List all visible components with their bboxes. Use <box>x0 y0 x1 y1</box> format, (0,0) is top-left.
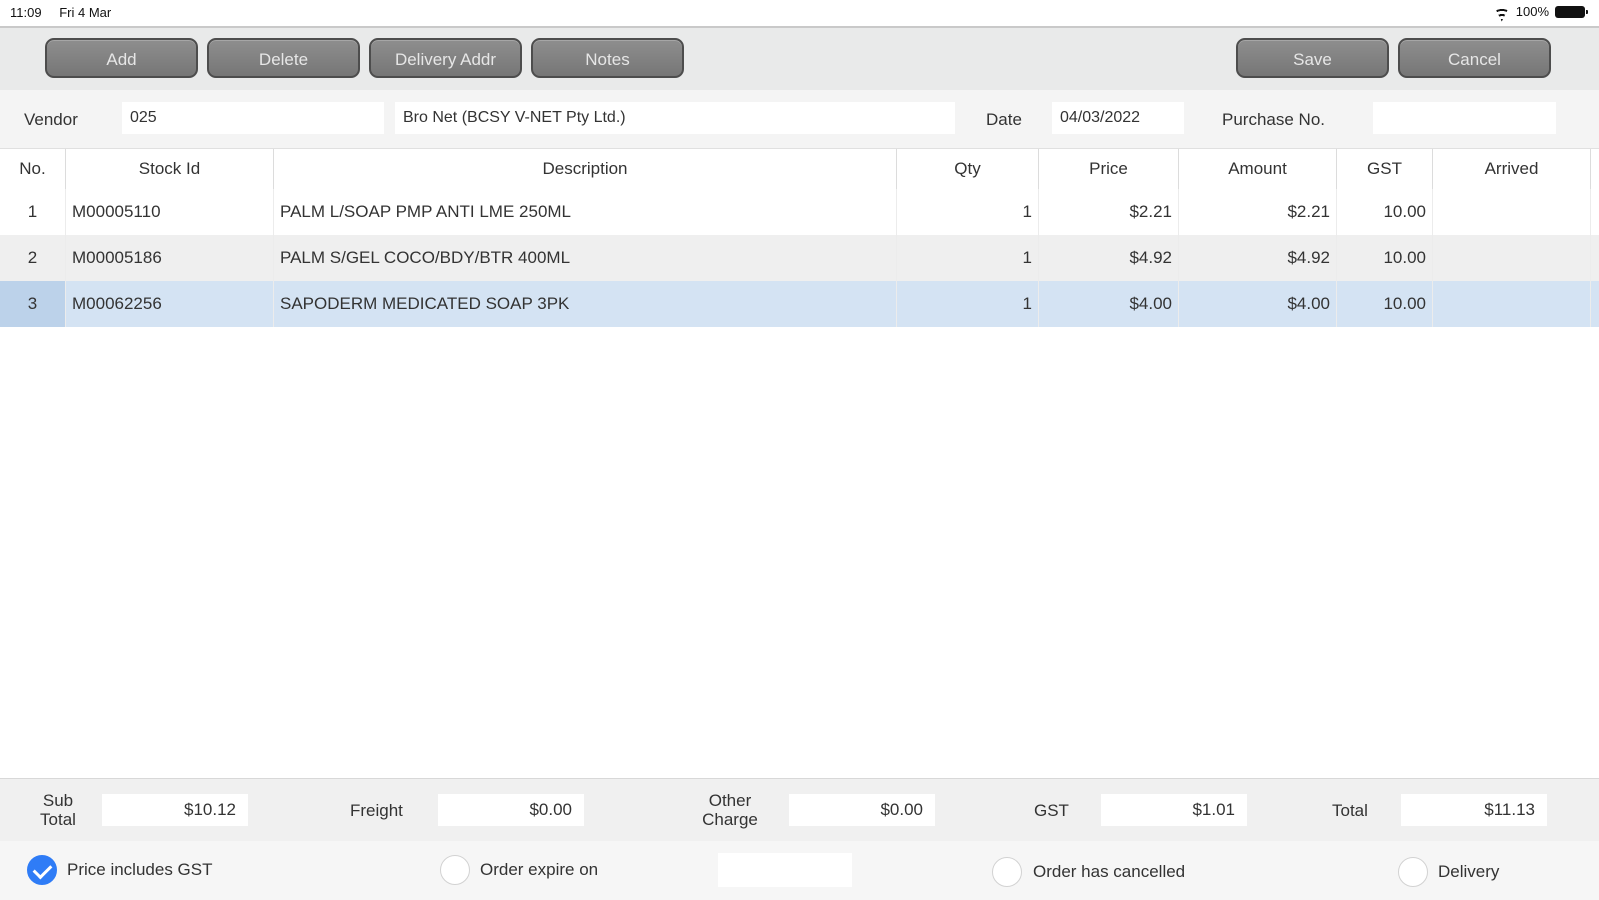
cell-price: $2.21 <box>1039 189 1179 235</box>
date-label: Date <box>986 110 1022 129</box>
cell-qty: 1 <box>897 189 1039 235</box>
column-header-price[interactable]: Price <box>1039 149 1179 189</box>
gst-label: GST <box>1034 801 1069 820</box>
cell-price: $4.00 <box>1039 281 1179 327</box>
cell-arrived <box>1433 189 1591 235</box>
subtotal-field: $10.12 <box>102 794 248 826</box>
status-time: 11:09 <box>10 5 42 20</box>
cell-arrived <box>1433 281 1591 327</box>
column-header-description[interactable]: Description <box>274 149 897 189</box>
cell-description: SAPODERM MEDICATED SOAP 3PK <box>274 281 897 327</box>
cell-amount: $4.92 <box>1179 235 1337 281</box>
column-header-stock-id[interactable]: Stock Id <box>66 149 274 189</box>
table-row-selected[interactable]: 3 M00062256 SAPODERM MEDICATED SOAP 3PK … <box>0 281 1599 327</box>
cell-no: 3 <box>0 281 66 327</box>
table-row[interactable]: 2 M00005186 PALM S/GEL COCO/BDY/BTR 400M… <box>0 235 1599 281</box>
column-header-qty[interactable]: Qty <box>897 149 1039 189</box>
cell-arrived <box>1433 235 1591 281</box>
subtotal-label: Sub Total <box>30 791 86 829</box>
cell-amount: $4.00 <box>1179 281 1337 327</box>
column-header-amount[interactable]: Amount <box>1179 149 1337 189</box>
column-header-no[interactable]: No. <box>0 149 66 189</box>
status-date: Fri 4 Mar <box>59 5 112 20</box>
cell-price: $4.92 <box>1039 235 1179 281</box>
other-charge-label-line2: Charge <box>702 810 758 829</box>
subtotal-label-line2: Total <box>40 810 76 829</box>
total-field: $11.13 <box>1401 794 1547 826</box>
vendor-name-field: Bro Net (BCSY V-NET Pty Ltd.) <box>395 102 955 134</box>
toolbar: Add Delete Delivery Addr Notes Save Canc… <box>0 26 1599 92</box>
status-bar: 11:09 Fri 4 Mar 100% <box>0 0 1599 24</box>
vendor-label: Vendor <box>24 110 78 129</box>
add-button[interactable]: Add <box>45 38 198 78</box>
cell-stock-id: M00005186 <box>66 235 274 281</box>
cell-gst: 10.00 <box>1337 235 1433 281</box>
order-header: Vendor 025 Bro Net (BCSY V-NET Pty Ltd.)… <box>0 90 1599 149</box>
delivery-label: Delivery <box>1438 862 1500 881</box>
totals-bar: Sub Total $10.12 Freight $0.00 Other Cha… <box>0 778 1599 842</box>
battery-percent: 100% <box>1515 4 1549 19</box>
delivery-addr-button[interactable]: Delivery Addr <box>369 38 522 78</box>
other-charge-label: Other Charge <box>692 791 768 829</box>
cell-qty: 1 <box>897 235 1039 281</box>
price-includes-gst-checkbox[interactable] <box>27 855 57 885</box>
purchase-no-label: Purchase No. <box>1222 110 1325 129</box>
table-row[interactable]: 1 M00005110 PALM L/SOAP PMP ANTI LME 250… <box>0 189 1599 235</box>
cell-gst: 10.00 <box>1337 189 1433 235</box>
freight-field[interactable]: $0.00 <box>438 794 584 826</box>
column-header-gst[interactable]: GST <box>1337 149 1433 189</box>
cell-description: PALM S/GEL COCO/BDY/BTR 400ML <box>274 235 897 281</box>
cell-no: 1 <box>0 189 66 235</box>
cell-stock-id: M00005110 <box>66 189 274 235</box>
options-bar: Price includes GST Order expire on Order… <box>0 841 1599 900</box>
freight-label: Freight <box>350 801 403 820</box>
battery-icon <box>1555 5 1588 18</box>
date-field[interactable]: 04/03/2022 <box>1052 102 1184 134</box>
order-cancelled-checkbox[interactable] <box>992 857 1022 887</box>
table-header: No. Stock Id Description Qty Price Amoun… <box>0 149 1599 190</box>
cell-description: PALM L/SOAP PMP ANTI LME 250ML <box>274 189 897 235</box>
delivery-checkbox[interactable] <box>1398 857 1428 887</box>
gst-field: $1.01 <box>1101 794 1247 826</box>
delete-button[interactable]: Delete <box>207 38 360 78</box>
order-expire-checkbox[interactable] <box>440 855 470 885</box>
other-charge-field[interactable]: $0.00 <box>789 794 935 826</box>
order-expire-date-field[interactable] <box>718 853 852 887</box>
cell-qty: 1 <box>897 281 1039 327</box>
notes-button[interactable]: Notes <box>531 38 684 78</box>
purchase-no-field[interactable] <box>1373 102 1556 134</box>
order-cancelled-label: Order has cancelled <box>1033 862 1186 881</box>
subtotal-label-line1: Sub <box>42 791 74 810</box>
total-label: Total <box>1332 801 1368 820</box>
cancel-button[interactable]: Cancel <box>1398 38 1551 78</box>
cell-gst: 10.00 <box>1337 281 1433 327</box>
wifi-icon <box>1494 6 1510 18</box>
column-header-arrived[interactable]: Arrived <box>1433 149 1591 189</box>
vendor-code-field[interactable]: 025 <box>122 102 384 134</box>
cell-stock-id: M00062256 <box>66 281 274 327</box>
cell-no: 2 <box>0 235 66 281</box>
price-includes-gst-label: Price includes GST <box>67 860 213 879</box>
order-expire-label: Order expire on <box>480 860 599 879</box>
other-charge-label-line1: Other <box>708 791 752 810</box>
cell-amount: $2.21 <box>1179 189 1337 235</box>
save-button[interactable]: Save <box>1236 38 1389 78</box>
